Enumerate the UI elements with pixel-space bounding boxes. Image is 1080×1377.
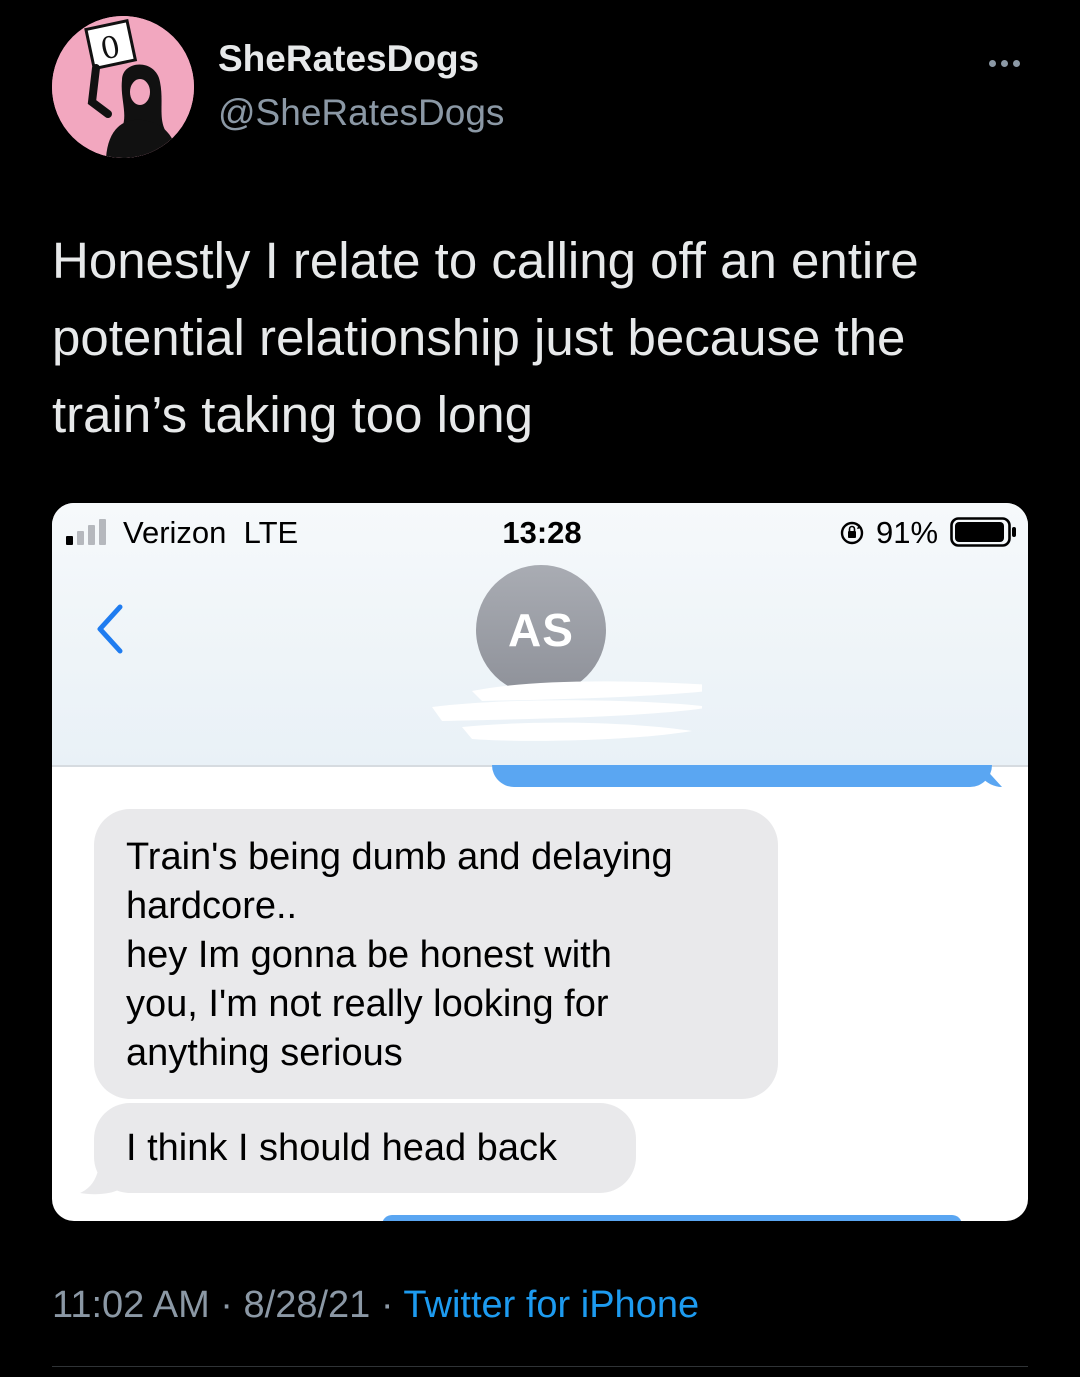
divider (52, 1366, 1028, 1367)
attached-screenshot[interactable]: Verizon LTE 13:28 91% AS Train's being d… (52, 503, 1028, 1221)
tweet-metadata: 11:02 AM · 8/28/21 · Twitter for iPhone (52, 1284, 699, 1327)
conversation-header: Verizon LTE 13:28 91% AS (52, 503, 1028, 767)
more-options-button[interactable] (976, 48, 1032, 78)
user-handle[interactable]: @SheRatesDogs (218, 92, 504, 134)
received-message-bubble[interactable]: I think I should head back (94, 1103, 636, 1193)
network-type: LTE (243, 515, 299, 550)
carrier-name: Verizon (123, 515, 227, 550)
back-chevron-icon[interactable] (90, 599, 130, 659)
meta-separator: · (380, 1284, 394, 1326)
meta-separator: · (220, 1284, 233, 1326)
signal-strength-icon (66, 519, 118, 545)
tweet-source-link[interactable]: Twitter for iPhone (403, 1284, 699, 1326)
carrier-label: Verizon LTE (123, 515, 298, 551)
message-line: anything serious (126, 1032, 403, 1074)
message-line: hey Im gonna be honest with (126, 934, 612, 976)
more-dot-icon (1012, 59, 1020, 67)
message-line: you, I'm not really looking for (126, 983, 609, 1025)
sent-message-bubble-partial (492, 765, 992, 787)
woman-holding-score-sign-icon: 0 (52, 16, 194, 158)
more-dot-icon (1000, 59, 1008, 67)
sent-bubble-tail (982, 765, 1002, 787)
battery-icon (950, 517, 1018, 547)
profile-avatar[interactable]: 0 (52, 16, 194, 158)
message-line: Train's being dumb and delaying (126, 836, 673, 878)
tweet-text: Honestly I relate to calling off an enti… (52, 232, 919, 443)
received-message-bubble[interactable]: Train's being dumb and delaying hardcore… (94, 809, 778, 1099)
more-dot-icon (988, 59, 996, 67)
rotation-lock-icon (839, 520, 865, 546)
tweet-time[interactable]: 11:02 AM (52, 1284, 210, 1326)
sent-message-bubble-partial (382, 1215, 962, 1221)
tweet-date[interactable]: 8/28/21 (244, 1284, 371, 1326)
contact-initials: AS (508, 604, 574, 656)
status-bar: Verizon LTE 13:28 91% (52, 503, 1028, 559)
display-name[interactable]: SheRatesDogs (218, 38, 479, 80)
redacted-contact-name (412, 673, 742, 753)
message-line: hardcore.. (126, 885, 298, 927)
battery-percent: 91% (876, 515, 939, 550)
status-time: 13:28 (502, 515, 582, 550)
